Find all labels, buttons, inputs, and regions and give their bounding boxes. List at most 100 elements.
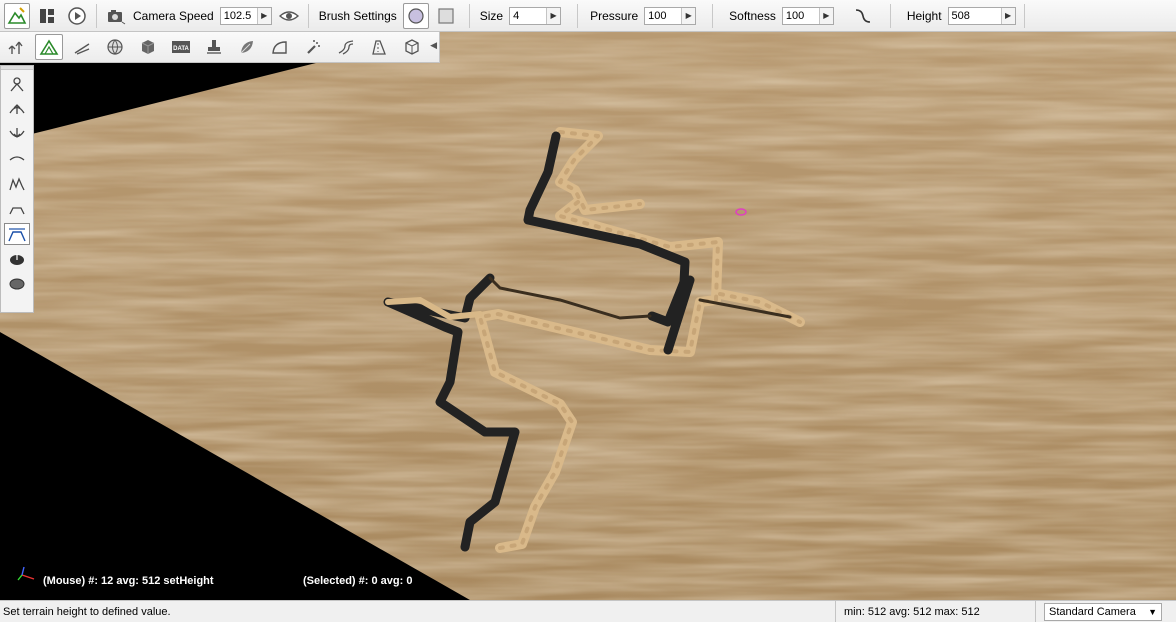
size-field[interactable]: 4 ▶ xyxy=(509,6,562,25)
stamp-tool-button[interactable] xyxy=(200,34,228,60)
slope-tool-button[interactable] xyxy=(266,34,294,60)
set-height-icon xyxy=(8,228,26,242)
terrain-editor-icon xyxy=(7,6,27,24)
play-icon xyxy=(68,6,86,25)
camera-speed-arrow-icon[interactable]: ▶ xyxy=(256,7,271,24)
tool-palette-bar: DATA ◀ xyxy=(0,32,440,63)
play-button[interactable] xyxy=(64,3,90,29)
erase-icon xyxy=(9,278,25,290)
leaf-icon xyxy=(240,41,253,54)
falloff-curve-icon xyxy=(855,8,870,23)
paint-icon xyxy=(10,254,24,265)
camera-select[interactable]: Standard Camera ▼ xyxy=(1044,602,1162,621)
data-icon: DATA xyxy=(172,41,190,53)
selected-info-text: (Selected) #: 0 avg: 0 xyxy=(303,575,413,587)
noise-icon xyxy=(9,177,25,191)
height-stats: min: 512 avg: 512 max: 512 xyxy=(835,601,1035,622)
toolbar-separator xyxy=(96,3,97,28)
size-arrow-icon[interactable]: ▶ xyxy=(546,7,561,24)
flatten-icon xyxy=(9,207,25,215)
elevate-icon xyxy=(9,104,25,114)
eye-icon xyxy=(278,10,299,21)
camera-button[interactable] xyxy=(103,3,129,29)
globe-tool-button[interactable] xyxy=(101,34,129,60)
smooth-tool-button[interactable] xyxy=(4,148,30,170)
size-label: Size xyxy=(479,8,504,23)
terrain-tool-button[interactable] xyxy=(35,34,63,60)
falloff-curve-button[interactable] xyxy=(850,3,876,29)
camera-select-value: Standard Camera xyxy=(1049,605,1136,618)
brush-settings-label: Brush Settings xyxy=(318,8,397,23)
toolbar-separator xyxy=(889,3,891,28)
camera-speed-label: Camera Speed xyxy=(133,8,214,23)
main-toolbar: Camera Speed 102.5 ▶ Brush Settings Size… xyxy=(0,0,1176,32)
path-icon xyxy=(372,40,386,55)
globe-icon xyxy=(107,39,123,55)
river-icon xyxy=(338,40,354,55)
road-tool-button[interactable] xyxy=(68,34,96,60)
toolbar-separator xyxy=(468,3,470,28)
terrain-brush-sidebar xyxy=(0,65,34,313)
brush-circle-button[interactable] xyxy=(402,2,429,29)
camera-speed-field[interactable]: 102.5 ▶ xyxy=(219,6,272,25)
circle-brush-icon xyxy=(408,7,424,24)
paint-tool-button[interactable] xyxy=(4,248,30,270)
object-tool-button[interactable] xyxy=(134,34,162,60)
height-arrow-icon[interactable]: ▶ xyxy=(1000,7,1015,24)
status-bar: Set terrain height to defined value. min… xyxy=(0,600,1176,622)
lower-icon xyxy=(9,128,25,138)
noise-tool-button[interactable] xyxy=(4,173,30,195)
tree-tool-button[interactable] xyxy=(2,34,30,60)
set-height-tool-button[interactable] xyxy=(4,223,30,245)
terrain-icon xyxy=(39,39,59,55)
softness-field[interactable]: 100 ▶ xyxy=(781,6,834,25)
3d-viewport[interactable]: (Mouse) #: 12 avg: 512 setHeight (Select… xyxy=(0,32,1176,600)
slope-icon xyxy=(272,41,287,54)
stamp-icon xyxy=(207,40,221,54)
tree-icon xyxy=(8,41,23,54)
toolbar-separator xyxy=(577,3,579,28)
terrain-view[interactable] xyxy=(0,32,1176,600)
camera-icon xyxy=(108,9,126,24)
brush-square-button[interactable] xyxy=(433,3,459,29)
spray-icon xyxy=(307,40,320,54)
spray-tool-button[interactable] xyxy=(299,34,327,60)
status-message: Set terrain height to defined value. xyxy=(3,605,171,618)
height-label: Height xyxy=(906,8,942,23)
softness-arrow-icon[interactable]: ▶ xyxy=(818,7,833,24)
data-tool-button[interactable]: DATA xyxy=(167,34,195,60)
chevron-down-icon: ▼ xyxy=(1148,606,1157,617)
erase-tool-button[interactable] xyxy=(4,273,30,295)
pressure-field[interactable]: 100 ▶ xyxy=(644,6,697,25)
mouse-info-text: (Mouse) #: 12 avg: 512 setHeight xyxy=(43,575,214,587)
lower-tool-button[interactable] xyxy=(4,123,30,145)
square-brush-icon xyxy=(438,7,454,24)
smooth-icon xyxy=(9,156,25,161)
toolbar-separator xyxy=(1023,3,1025,28)
flatten-tool-button[interactable] xyxy=(4,198,30,220)
path-tool-button[interactable] xyxy=(365,34,393,60)
elevate-tool-button[interactable] xyxy=(4,98,30,120)
visibility-button[interactable] xyxy=(276,3,302,29)
toolbar-separator xyxy=(307,3,309,28)
data-badge-text: DATA xyxy=(173,46,189,52)
softness-label: Softness xyxy=(729,8,776,23)
road-icon xyxy=(74,43,90,55)
terrain-editor-button[interactable] xyxy=(4,2,30,29)
mesh-icon xyxy=(405,39,419,55)
pressure-label: Pressure xyxy=(590,8,639,23)
layout-icon xyxy=(40,8,54,23)
sidebar-grip[interactable] xyxy=(1,66,33,70)
toolbar-separator xyxy=(712,3,714,28)
foliage-tool-button[interactable] xyxy=(233,34,261,60)
layout-button[interactable] xyxy=(34,3,60,29)
collapse-toolbar-icon[interactable]: ◀ xyxy=(430,40,437,51)
raise-tool-button[interactable] xyxy=(4,73,30,95)
river-tool-button[interactable] xyxy=(332,34,360,60)
raise-icon xyxy=(10,77,24,92)
height-field[interactable]: 508 ▶ xyxy=(947,6,1016,25)
status-divider xyxy=(1035,601,1036,622)
pressure-arrow-icon[interactable]: ▶ xyxy=(681,7,696,24)
mesh-tool-button[interactable] xyxy=(398,34,426,60)
cube-icon xyxy=(141,40,155,54)
